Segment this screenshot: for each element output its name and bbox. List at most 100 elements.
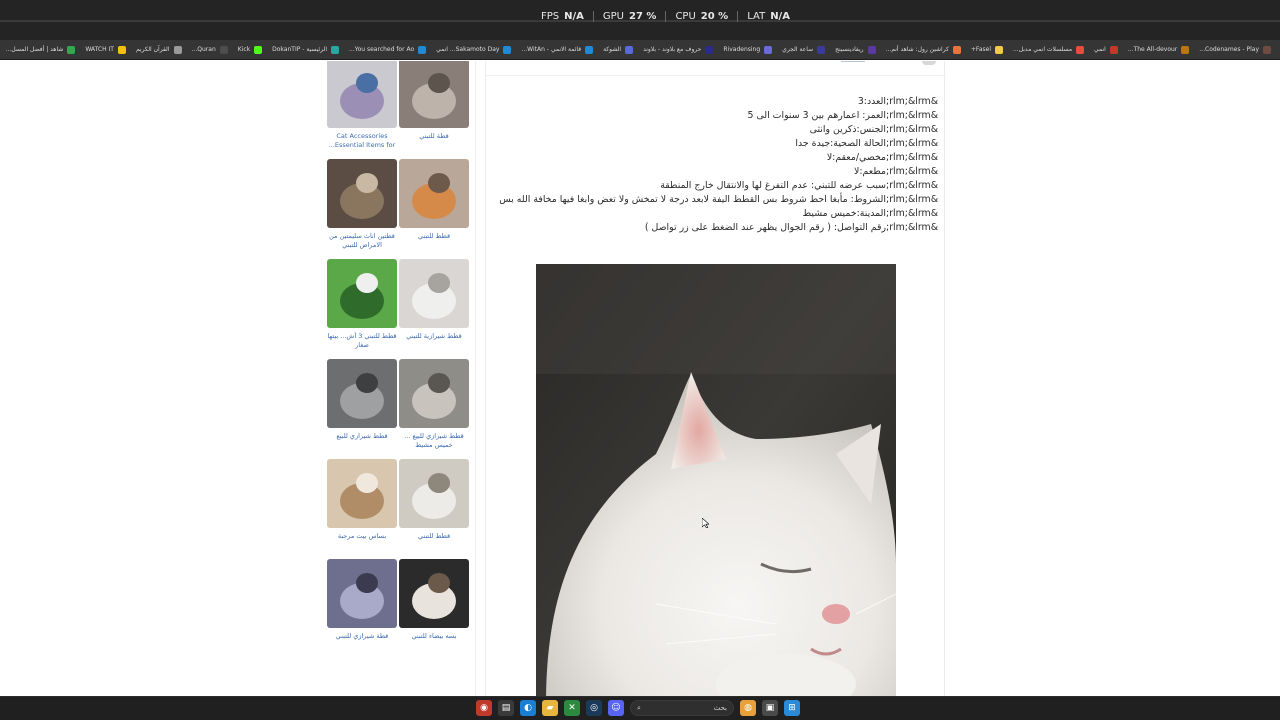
fps-label: FPS — [541, 11, 560, 22]
bookmark-item[interactable]: WATCH IT — [82, 45, 129, 54]
chrome-icon[interactable]: ◍ — [740, 700, 756, 716]
xbox-icon[interactable]: ✕ — [564, 700, 580, 716]
bookmark-label: كراشين رول: شاهد أنم... — [885, 46, 949, 53]
bookmark-label: WATCH IT — [85, 46, 114, 53]
related-listing-card[interactable]: قطط للتبني — [399, 159, 469, 252]
description-line: &rlm;&lrm;العدد:3 — [857, 96, 938, 107]
bookmark-item[interactable]: انمي — [1091, 45, 1121, 54]
file-explorer-icon[interactable]: ▰ — [542, 700, 558, 716]
listing-caption[interactable]: قطتين اناث سليمتين من الامراض للتبني — [327, 232, 397, 252]
bookmark-favicon-icon — [705, 45, 714, 54]
cat-photo[interactable] — [536, 264, 896, 696]
related-listing-card[interactable]: قطط شيرازية للتبني — [399, 259, 469, 352]
windows-start-icon[interactable]: ⊞ — [784, 700, 800, 716]
bookmark-favicon-icon — [952, 45, 961, 54]
bookmark-item[interactable]: Quran... — [189, 45, 231, 54]
listing-caption[interactable]: بسه بيضاء للتبني — [399, 632, 469, 652]
bookmark-favicon-icon — [1181, 45, 1190, 54]
bookmark-item[interactable]: قائمة الانمي - WitAn... — [518, 45, 596, 54]
related-listing-card[interactable]: قطة للتبني — [399, 61, 469, 152]
bookmark-item[interactable]: كراشين رول: شاهد أنم... — [883, 45, 964, 54]
related-listing-card[interactable]: قطتين اناث سليمتين من الامراض للتبني — [327, 159, 397, 252]
related-listing-card[interactable]: قطط للتبني — [399, 459, 469, 552]
listing-caption[interactable]: بساس بيت مرحبة — [327, 532, 397, 552]
listing-thumbnail — [399, 61, 469, 128]
gpu-stat: GPU 27 % — [592, 11, 666, 22]
listing-caption[interactable]: قطط شيرازي للبيع — [327, 432, 397, 452]
bookmark-label: You searched for Ao... — [349, 46, 415, 53]
top-menu-button[interactable] — [922, 61, 936, 65]
bookmark-item[interactable]: القرآن الكريم — [133, 45, 185, 54]
bookmark-favicon-icon — [764, 45, 773, 54]
mouse-cursor-icon — [702, 518, 709, 528]
bookmark-favicon-icon — [503, 45, 512, 54]
listing-caption[interactable]: قطط للتبني — [399, 232, 469, 252]
listing-thumbnail — [399, 559, 469, 628]
listing-description: &rlm;&lrm;العدد:3 &rlm;&lrm;العمر: اعماره… — [498, 95, 938, 235]
bookmark-label: Sakamoto Day... انمي — [436, 46, 500, 53]
bookmark-item[interactable]: الشوكة — [600, 45, 636, 54]
description-line: &rlm;&lrm;المدينة:خميس مشيط — [802, 208, 939, 219]
bookmark-item[interactable]: Fasel+ — [968, 45, 1006, 54]
bookmark-favicon-icon — [67, 45, 76, 54]
listing-caption[interactable]: قطط للتبني — [399, 532, 469, 552]
fps-value: N/A — [564, 11, 584, 22]
bookmark-item[interactable]: Codenames - Play... — [1196, 45, 1274, 54]
bookmark-item[interactable]: الرئيسية - DokanTIP — [269, 45, 342, 54]
bookmark-item[interactable]: Rivadensing — [720, 45, 775, 54]
listing-thumbnail — [399, 459, 469, 528]
related-listing-card[interactable]: قطط شيرازي للبيع — [327, 359, 397, 452]
taskbar-search-placeholder: بحث — [713, 704, 727, 712]
bookmark-item[interactable]: Kick — [235, 45, 265, 54]
task-view-icon[interactable]: ▣ — [762, 700, 778, 716]
bookmark-item[interactable]: You searched for Ao... — [346, 45, 429, 54]
listing-caption[interactable]: Cat Accessories Essential Items for... — [327, 132, 397, 152]
bookmark-favicon-icon — [254, 45, 263, 54]
gpu-value: 27 % — [629, 11, 657, 22]
listing-thumbnail — [399, 159, 469, 228]
listing-caption[interactable]: قطة شيرازي للتبني — [327, 632, 397, 652]
related-listing-card[interactable]: بسه بيضاء للتبني — [399, 559, 469, 652]
listing-thumbnail — [327, 559, 397, 628]
related-listings-sidebar: قطة للتبني Cat Accessories Essential Item… — [322, 61, 476, 696]
description-line: &rlm;&lrm;سبب عرضه للتبني: عدم التفرغ له… — [660, 180, 938, 191]
notes-icon[interactable]: ▤ — [498, 700, 514, 716]
listing-caption[interactable]: قطة للتبني — [399, 132, 469, 152]
bookmark-favicon-icon — [994, 45, 1003, 54]
related-listing-card[interactable]: Cat Accessories Essential Items for... — [327, 61, 397, 152]
bookmark-item[interactable]: مسلسلات انمي مدبل... — [1010, 45, 1087, 54]
listing-caption[interactable]: قطط شيرازي للبيع ... خميس مشيط — [399, 432, 469, 452]
bookmark-item[interactable]: Sakamoto Day... انمي — [433, 45, 514, 54]
bookmark-favicon-icon — [625, 45, 634, 54]
bookmark-favicon-icon — [173, 45, 182, 54]
listing-caption[interactable]: قطط شيرازية للتبني — [399, 332, 469, 352]
listing-caption[interactable]: قطط للتبني 3 أش... بيتها صغار — [327, 332, 397, 352]
bookmark-item[interactable]: حروف مع بلاوند - بلاوند — [640, 45, 716, 54]
gpu-label: GPU — [602, 11, 625, 22]
related-listing-card[interactable]: قطط شيرازي للبيع ... خميس مشيط — [399, 359, 469, 452]
web-page: قطة للتبني Cat Accessories Essential Item… — [0, 61, 1280, 696]
bookmark-favicon-icon — [1109, 45, 1118, 54]
bookmark-label: الرئيسية - DokanTIP — [272, 46, 327, 53]
bookmark-item[interactable]: ساعة الجري — [779, 45, 828, 54]
bookmark-favicon-icon — [585, 45, 594, 54]
listing-thumbnail — [327, 359, 397, 428]
steam-icon[interactable]: ◎ — [586, 700, 602, 716]
top-action-button[interactable] — [841, 61, 865, 62]
bookmark-favicon-icon — [817, 45, 826, 54]
edge-icon[interactable]: ◐ — [520, 700, 536, 716]
app-red-icon[interactable]: ◉ — [476, 700, 492, 716]
discord-icon[interactable]: ☺ — [608, 700, 624, 716]
bookmark-label: Kick — [237, 46, 251, 53]
bookmark-label: ساعة الجري — [782, 46, 814, 53]
bookmark-item[interactable]: ريفادينسينج — [832, 45, 878, 54]
bookmark-item[interactable]: شاهد | أفضل المسل... — [3, 45, 79, 54]
search-icon: ⌕ — [637, 703, 641, 712]
related-listing-card[interactable]: بساس بيت مرحبة — [327, 459, 397, 552]
bookmark-item[interactable]: The All-devour... — [1125, 45, 1192, 54]
related-listing-card[interactable]: قطة شيرازي للتبني — [327, 559, 397, 652]
card-divider — [486, 75, 946, 76]
taskbar-search-box[interactable]: ⌕ بحث — [630, 700, 734, 716]
related-listing-card[interactable]: قطط للتبني 3 أش... بيتها صغار — [327, 259, 397, 352]
bookmark-favicon-icon — [418, 45, 427, 54]
